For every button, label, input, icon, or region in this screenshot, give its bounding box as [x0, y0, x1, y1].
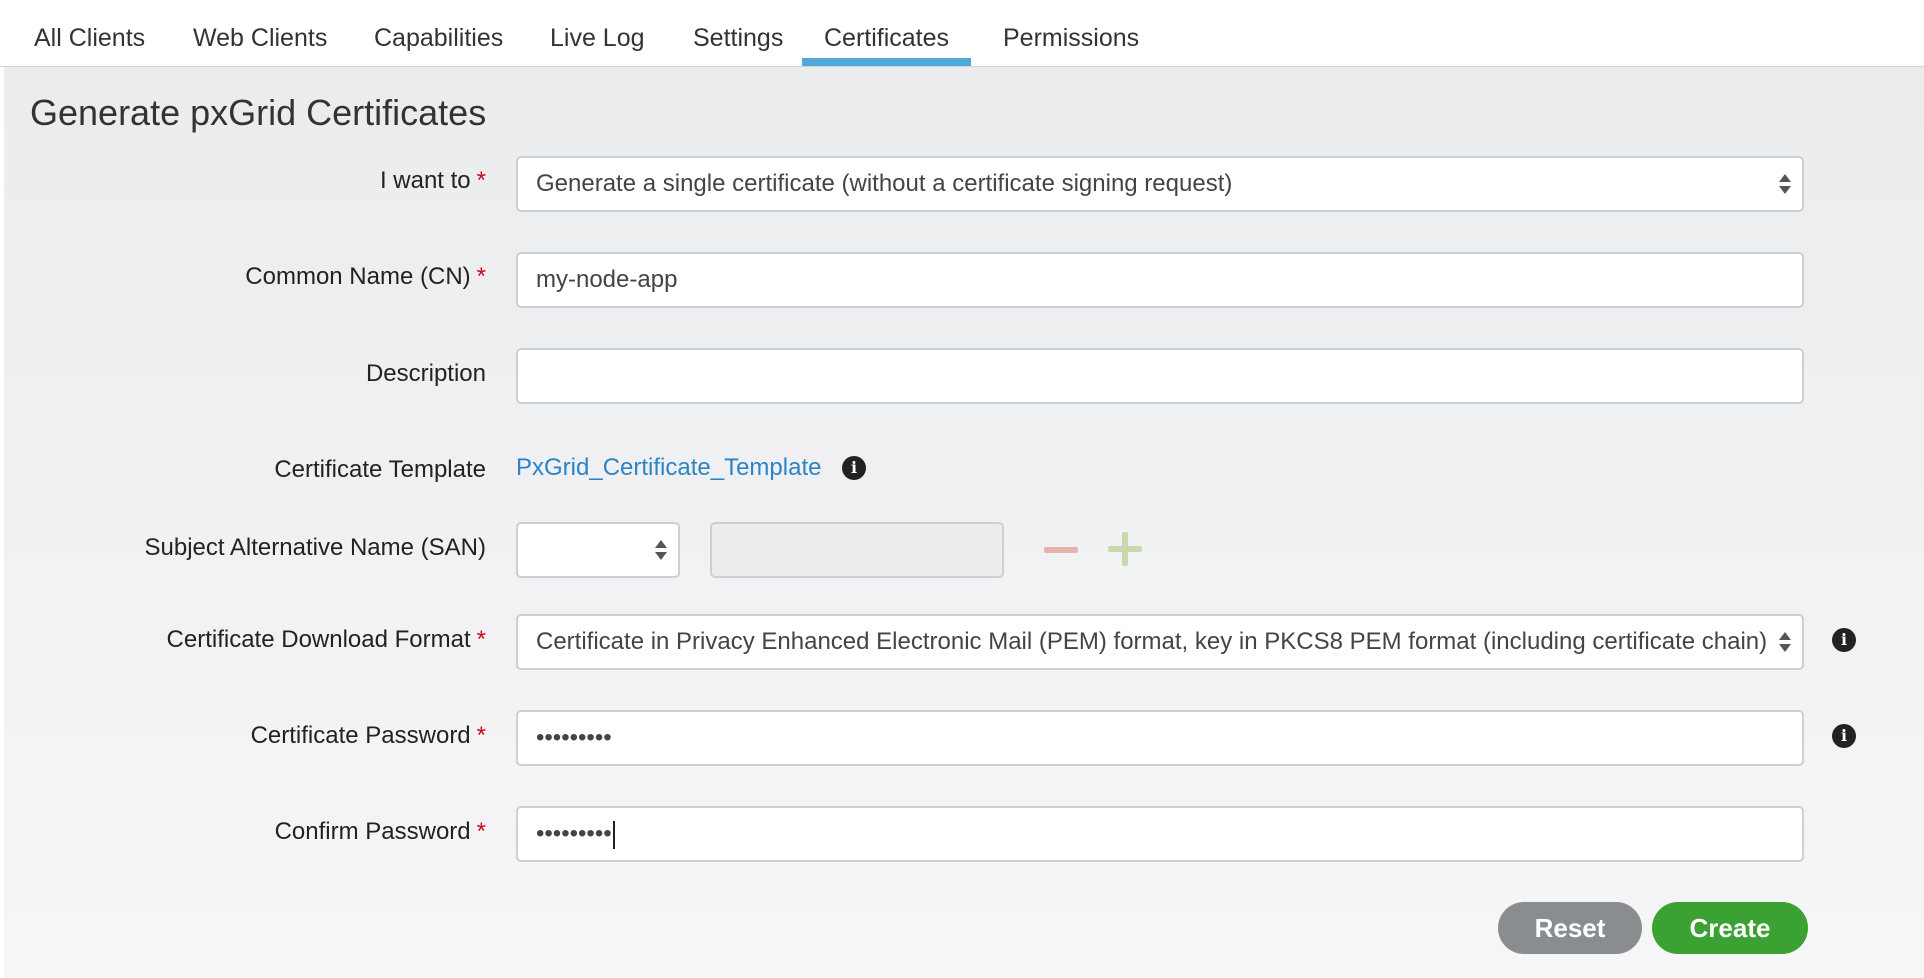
tab-bar: All Clients Web Clients Capabilities Liv…: [0, 0, 1924, 67]
confirm-password-label: Confirm Password *: [274, 818, 486, 845]
download-format-select[interactable]: Certificate in Privacy Enhanced Electron…: [516, 614, 1804, 670]
download-format-value: Certificate in Privacy Enhanced Electron…: [536, 628, 1768, 655]
tab-all-clients[interactable]: All Clients: [12, 0, 167, 66]
remove-san-icon[interactable]: [1044, 536, 1078, 564]
common-name-value: my-node-app: [536, 266, 678, 293]
description-input[interactable]: [516, 348, 1804, 404]
san-label: Subject Alternative Name (SAN): [144, 534, 486, 561]
info-icon[interactable]: i: [842, 456, 866, 480]
reset-button[interactable]: Reset: [1498, 902, 1642, 954]
text-caret: [612, 820, 615, 849]
tab-certificates[interactable]: Certificates: [802, 0, 972, 66]
tab-live-log[interactable]: Live Log: [528, 0, 667, 66]
certificate-password-label: Certificate Password *: [250, 722, 486, 749]
password-value: •••••••••: [536, 724, 612, 751]
required-marker: *: [476, 626, 486, 653]
certificate-password-input[interactable]: •••••••••: [516, 710, 1804, 766]
confirm-password-input[interactable]: •••••••••: [516, 806, 1804, 862]
description-label: Description: [365, 360, 486, 387]
i-want-to-label: I want to *: [379, 167, 486, 194]
select-arrows-icon: [654, 538, 668, 562]
san-value-input[interactable]: [710, 522, 1004, 578]
san-type-select[interactable]: [516, 522, 680, 578]
confirm-password-value: •••••••••: [536, 820, 612, 847]
download-format-label: Certificate Download Format *: [166, 626, 486, 653]
info-icon[interactable]: i: [1832, 628, 1856, 652]
tab-web-clients[interactable]: Web Clients: [171, 0, 349, 66]
required-marker: *: [476, 818, 486, 845]
common-name-label: Common Name (CN) *: [245, 263, 486, 290]
select-arrows-icon: [1778, 172, 1792, 196]
i-want-to-select[interactable]: Generate a single certificate (without a…: [516, 156, 1804, 212]
page-title: Generate pxGrid Certificates: [30, 92, 487, 133]
required-marker: *: [476, 263, 486, 290]
add-san-icon[interactable]: [1108, 532, 1142, 566]
certificate-template-label: Certificate Template: [274, 456, 486, 483]
common-name-input[interactable]: my-node-app: [516, 252, 1804, 308]
required-marker: *: [476, 167, 486, 194]
select-arrows-icon: [1778, 630, 1792, 654]
create-button[interactable]: Create: [1652, 902, 1808, 954]
i-want-to-value: Generate a single certificate (without a…: [536, 170, 1233, 197]
info-icon[interactable]: i: [1832, 724, 1856, 748]
tab-capabilities[interactable]: Capabilities: [352, 0, 525, 66]
tab-permissions[interactable]: Permissions: [981, 0, 1161, 66]
tab-settings[interactable]: Settings: [671, 0, 805, 66]
required-marker: *: [476, 722, 486, 749]
certificate-template-link[interactable]: PxGrid_Certificate_Template: [516, 454, 821, 482]
